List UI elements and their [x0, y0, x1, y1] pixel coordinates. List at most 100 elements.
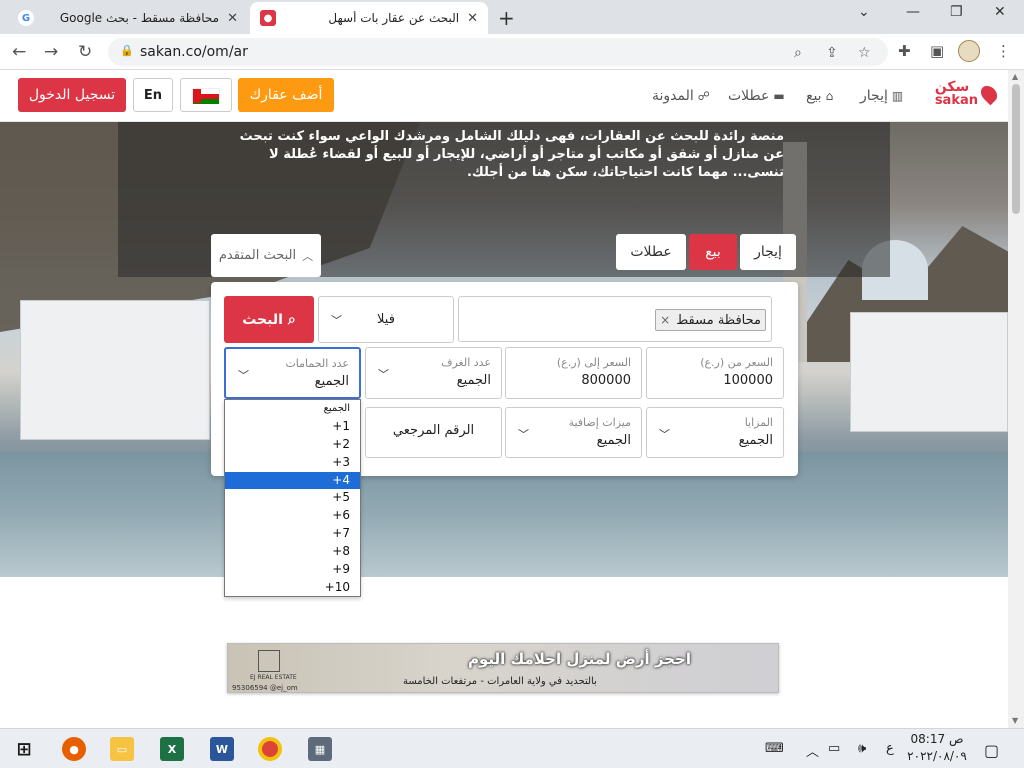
features-select[interactable]: المزايا الجميع ﹀ [646, 407, 784, 458]
reference-number-input[interactable]: الرقم المرجعي [365, 407, 502, 458]
browser-tab-sakan[interactable]: ● البحث عن عقار بات أسهل ✕ [250, 2, 488, 34]
field-value: الجميع [456, 373, 491, 388]
network-icon[interactable]: ▭ [828, 741, 840, 756]
field-value: 100000 [723, 373, 773, 388]
nav-blog[interactable]: المدونة ☍ [652, 88, 710, 104]
location-input[interactable]: محافظة مسقط × [458, 296, 772, 342]
nav-rent[interactable]: إيجار ▥ [860, 88, 903, 104]
close-icon[interactable]: ✕ [227, 11, 238, 26]
tab-rent[interactable]: إيجار [740, 234, 796, 270]
dropdown-option[interactable]: 10+ [225, 579, 360, 597]
excel-icon[interactable]: X [160, 737, 184, 761]
home-icon: ⌂ [825, 89, 834, 103]
ad-banner[interactable]: EJ REAL ESTATE 95306594 @ej_om احجز أرض … [227, 643, 779, 693]
scrollbar-thumb[interactable] [1012, 84, 1020, 214]
share-icon[interactable]: ⇪ [826, 45, 838, 61]
url-text: sakan.co/om/ar [140, 44, 248, 60]
tab-search-chevron-icon[interactable]: ⌄ [858, 4, 870, 20]
extras-select[interactable]: ميزات إضافية الجميع ﹀ [505, 407, 642, 458]
field-label: السعر إلى (ر.ع) [556, 356, 631, 369]
side-panel-icon[interactable]: ▣ [930, 42, 944, 60]
calculator-icon[interactable]: ▦ [308, 737, 332, 761]
nav-holidays[interactable]: عطلات ▬ [728, 88, 785, 104]
chrome-icon[interactable] [258, 737, 282, 761]
nav-label: المدونة [652, 88, 694, 104]
nav-sale[interactable]: بيع ⌂ [806, 88, 833, 104]
forward-icon[interactable]: → [44, 42, 58, 62]
rooms-select[interactable]: عدد الغرف الجميع ﹀ [365, 347, 502, 399]
reload-icon[interactable]: ↻ [78, 42, 92, 62]
advanced-search-button[interactable]: البحث المتقدم ︿ [211, 234, 321, 277]
add-property-button[interactable]: أضف عقارك [238, 78, 334, 112]
zoom-search-icon[interactable]: ⌕ [794, 45, 802, 61]
dropdown-option-highlighted[interactable]: 4+ [225, 471, 360, 490]
file-explorer-icon[interactable]: ▭ [110, 737, 134, 761]
restore-icon[interactable]: ❐ [950, 4, 963, 20]
close-icon[interactable]: ✕ [467, 11, 478, 26]
tab-sale[interactable]: بيع [689, 234, 737, 270]
dropdown-option[interactable]: 5+ [225, 489, 360, 507]
chevron-down-icon: ﹀ [331, 314, 342, 327]
chevron-down-icon: ﹀ [238, 369, 249, 382]
ad-social: 95306594 @ej_om [232, 684, 298, 692]
back-icon[interactable]: ← [12, 42, 26, 62]
language-button[interactable]: En [133, 78, 173, 112]
scroll-down-icon[interactable]: ▼ [1012, 716, 1018, 725]
chevron-down-icon: ﹀ [659, 428, 670, 441]
dropdown-option[interactable]: الجميع [225, 400, 360, 418]
sakan-pin-icon: ● [260, 10, 276, 26]
location-chip[interactable]: محافظة مسقط × [655, 309, 766, 331]
advanced-search-label: البحث المتقدم [218, 248, 297, 263]
dropdown-option[interactable]: 9+ [225, 561, 360, 579]
browser-tab-google[interactable]: G محافظة مسقط - بحث Google ✕ [8, 2, 248, 34]
hero-section: منصة رائدة للبحث عن العقارات، فهى دليلك … [0, 122, 1008, 577]
nav-label: عطلات [728, 88, 770, 104]
profile-avatar[interactable] [958, 40, 980, 62]
country-flag-button[interactable] [180, 78, 232, 112]
tray-chevron-icon[interactable]: ︿ [806, 741, 819, 760]
oman-flag-icon [192, 88, 220, 104]
address-bar[interactable]: 🔒 sakan.co/om/ar ⌕ ⇪ ☆ [108, 38, 888, 66]
price-from-input[interactable]: السعر من (ر.ع) 100000 [646, 347, 784, 399]
word-icon[interactable]: W [210, 737, 234, 761]
dropdown-option[interactable]: 1+ [225, 418, 360, 436]
property-type-select[interactable]: فيلا ﹀ [318, 296, 454, 343]
action-center-icon[interactable]: ▢ [984, 741, 999, 760]
location-pin-icon [977, 82, 1001, 105]
lock-icon[interactable]: 🔒 [120, 44, 134, 57]
dropdown-option[interactable]: 2+ [225, 436, 360, 454]
price-to-input[interactable]: السعر إلى (ر.ع) 800000 [505, 347, 642, 399]
bathrooms-select[interactable]: عدد الحمامات الجميع ﹀ [224, 347, 361, 399]
dropdown-option[interactable]: 3+ [225, 454, 360, 472]
scroll-up-icon[interactable]: ▲ [1012, 72, 1018, 81]
sakan-logo[interactable]: سكن sakan [935, 80, 1001, 107]
dropdown-option[interactable]: 7+ [225, 525, 360, 543]
tab-title: البحث عن عقار بات أسهل [328, 11, 460, 25]
extensions-icon[interactable]: ✚ [898, 42, 911, 60]
bookmark-star-icon[interactable]: ☆ [858, 45, 871, 61]
windows-start-icon[interactable]: ⊞ [12, 737, 36, 761]
volume-icon[interactable]: 🕪 [858, 741, 866, 756]
bathrooms-dropdown-list[interactable]: الجميع 1+ 2+ 3+ 4+ 5+ 6+ 7+ 8+ 9+ 10+ [224, 399, 361, 597]
login-button[interactable]: تسجيل الدخول [18, 78, 126, 112]
browser-tab-strip: G محافظة مسقط - بحث Google ✕ ● البحث عن … [0, 0, 1024, 34]
system-clock[interactable]: 08:17 ص ٢٠٢٢/٠٨/٠٩ [905, 731, 969, 765]
firefox-icon[interactable]: ● [62, 737, 86, 761]
field-label: عدد الحمامات [285, 357, 349, 370]
minimize-icon[interactable]: — [906, 4, 920, 20]
menu-kebab-icon[interactable]: ⋮ [996, 42, 1011, 60]
field-value: الجميع [314, 374, 349, 389]
tab-holidays[interactable]: عطلات [616, 234, 686, 270]
dropdown-option[interactable]: 8+ [225, 543, 360, 561]
dropdown-option[interactable]: 6+ [225, 507, 360, 525]
chip-remove-icon[interactable]: × [660, 313, 670, 327]
close-window-icon[interactable]: ✕ [994, 4, 1006, 20]
new-tab-icon[interactable]: + [498, 6, 515, 30]
clock-time: 08:17 ص [910, 732, 964, 746]
chevron-down-icon: ﹀ [518, 428, 529, 441]
page-scrollbar[interactable]: ▲ ▼ [1008, 70, 1024, 728]
keyboard-icon[interactable]: ⌨ [765, 741, 784, 756]
google-icon: G [18, 10, 34, 26]
input-language[interactable]: ع [886, 741, 894, 756]
search-button[interactable]: البحث ⌕ [224, 296, 314, 343]
